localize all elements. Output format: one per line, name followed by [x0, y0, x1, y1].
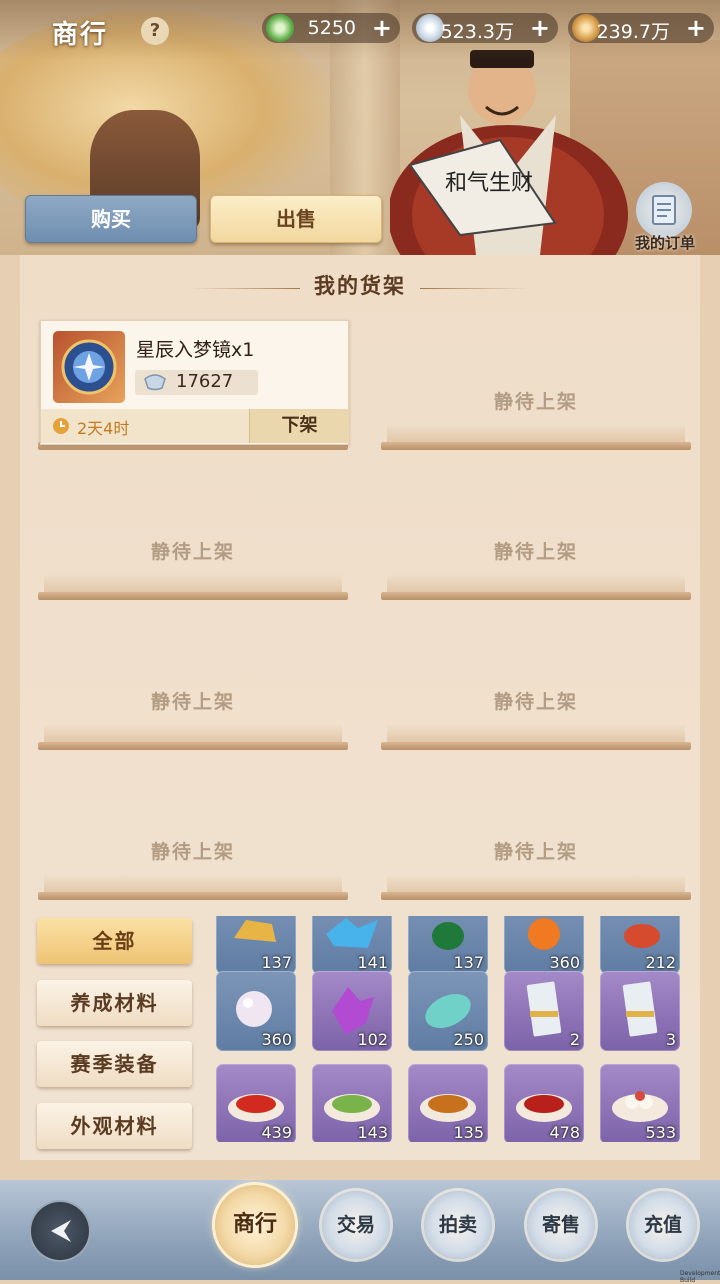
empty-slot-label: 静待上架: [150, 541, 235, 563]
item-count: 2: [569, 1030, 580, 1049]
item-count: 360: [549, 953, 580, 972]
empty-slot-label: 静待上架: [150, 691, 235, 713]
nav-consignment[interactable]: 寄售: [527, 1191, 595, 1259]
inventory-item[interactable]: 102: [312, 971, 392, 1051]
shelf-slot-7[interactable]: 静待上架: [38, 750, 348, 900]
my-orders-label: 我的订单: [634, 234, 695, 252]
page-title: 商行: [52, 20, 109, 50]
mirror-item-icon: [53, 331, 125, 403]
listing-time-left: 2天4时: [77, 419, 130, 438]
nav-recharge[interactable]: 充值: [629, 1191, 697, 1259]
item-count: 478: [549, 1123, 580, 1142]
delist-button[interactable]: 下架: [249, 409, 349, 443]
my-orders-button[interactable]: [636, 182, 692, 238]
inventory-item[interactable]: 439: [216, 1064, 296, 1142]
inventory-item[interactable]: 135: [408, 1064, 488, 1142]
inventory-item[interactable]: 137: [408, 916, 488, 974]
inventory-grid: 137 141 137 360 212 360 102 250 2 3 439: [214, 916, 684, 1142]
scroll-icon: [652, 195, 676, 225]
category-appearance-materials[interactable]: 外观材料: [37, 1103, 192, 1149]
shelf-slot-2[interactable]: 静待上架: [381, 300, 691, 450]
shelf-slot-8[interactable]: 静待上架: [381, 750, 691, 900]
nav-auction[interactable]: 拍卖: [424, 1191, 492, 1259]
inventory-item[interactable]: 360: [504, 916, 584, 974]
empty-slot-label: 静待上架: [493, 841, 578, 863]
svg-text:和气生财: 和气生财: [445, 171, 533, 196]
currency-silver: 523.3万 +: [412, 13, 558, 43]
inventory-item[interactable]: 143: [312, 1064, 392, 1142]
listing-price: 17627: [176, 371, 234, 392]
item-count: 141: [357, 953, 388, 972]
empty-slot-label: 静待上架: [493, 391, 578, 413]
shelf-slot-5[interactable]: 静待上架: [38, 600, 348, 750]
inventory-item[interactable]: 360: [216, 971, 296, 1051]
shelf-slot-3[interactable]: 静待上架: [38, 450, 348, 600]
clock-icon: [53, 418, 69, 434]
item-count: 439: [261, 1123, 292, 1142]
empty-slot-label: 静待上架: [150, 841, 235, 863]
inventory-item[interactable]: 3: [600, 971, 680, 1051]
back-button[interactable]: [31, 1202, 89, 1260]
back-arrow-icon: [51, 1220, 71, 1242]
inventory-item[interactable]: 141: [312, 916, 392, 974]
item-count: 143: [357, 1123, 388, 1142]
shelf-title: 我的货架: [314, 274, 406, 298]
add-copper-button[interactable]: +: [686, 15, 706, 41]
category-all[interactable]: 全部: [37, 918, 192, 964]
dev-build-tag: Development Build: [680, 1270, 720, 1284]
inventory-item[interactable]: 212: [600, 916, 680, 974]
listing-card[interactable]: 星辰入梦镜x1 17627 2天4时 下架: [40, 320, 349, 445]
item-count: 360: [261, 1030, 292, 1049]
item-count: 137: [453, 953, 484, 972]
silver-ingot-icon: [144, 374, 166, 391]
empty-slot-label: 静待上架: [493, 541, 578, 563]
item-count: 212: [645, 953, 676, 972]
inventory-item[interactable]: 533: [600, 1064, 680, 1142]
listing-name: 星辰入梦镜x1: [136, 339, 255, 361]
time-left-box: [41, 409, 249, 443]
jade-icon: [266, 14, 294, 42]
item-count: 3: [665, 1030, 676, 1049]
item-count: 137: [261, 953, 292, 972]
tab-buy[interactable]: 购买: [25, 195, 197, 243]
currency-jade: 5250 +: [262, 13, 400, 43]
nav-trading-house[interactable]: 商行: [215, 1185, 295, 1265]
nav-trade[interactable]: 交易: [322, 1191, 390, 1259]
merchant-character-illustration: 和气生财: [390, 50, 628, 255]
inventory-item[interactable]: 250: [408, 971, 488, 1051]
currency-copper-value: 239.7万: [596, 21, 670, 43]
add-silver-button[interactable]: +: [530, 15, 550, 41]
help-button[interactable]: ?: [141, 17, 169, 45]
empty-slot-label: 静待上架: [493, 691, 578, 713]
category-season-equipment[interactable]: 赛季装备: [37, 1041, 192, 1087]
currency-silver-value: 523.3万: [440, 21, 514, 43]
tab-sell[interactable]: 出售: [210, 195, 382, 243]
item-count: 135: [453, 1123, 484, 1142]
inventory-item[interactable]: 137: [216, 916, 296, 974]
currency-copper: 239.7万 +: [568, 13, 714, 43]
inventory-item[interactable]: 478: [504, 1064, 584, 1142]
inventory-item[interactable]: 2: [504, 971, 584, 1051]
add-jade-button[interactable]: +: [372, 15, 392, 41]
category-upgrade-materials[interactable]: 养成材料: [37, 980, 192, 1026]
item-count: 250: [453, 1030, 484, 1049]
shelf-slot-4[interactable]: 静待上架: [381, 450, 691, 600]
currency-jade-value: 5250: [307, 17, 356, 39]
shelf-slot-6[interactable]: 静待上架: [381, 600, 691, 750]
item-count: 102: [357, 1030, 388, 1049]
item-count: 533: [645, 1123, 676, 1142]
